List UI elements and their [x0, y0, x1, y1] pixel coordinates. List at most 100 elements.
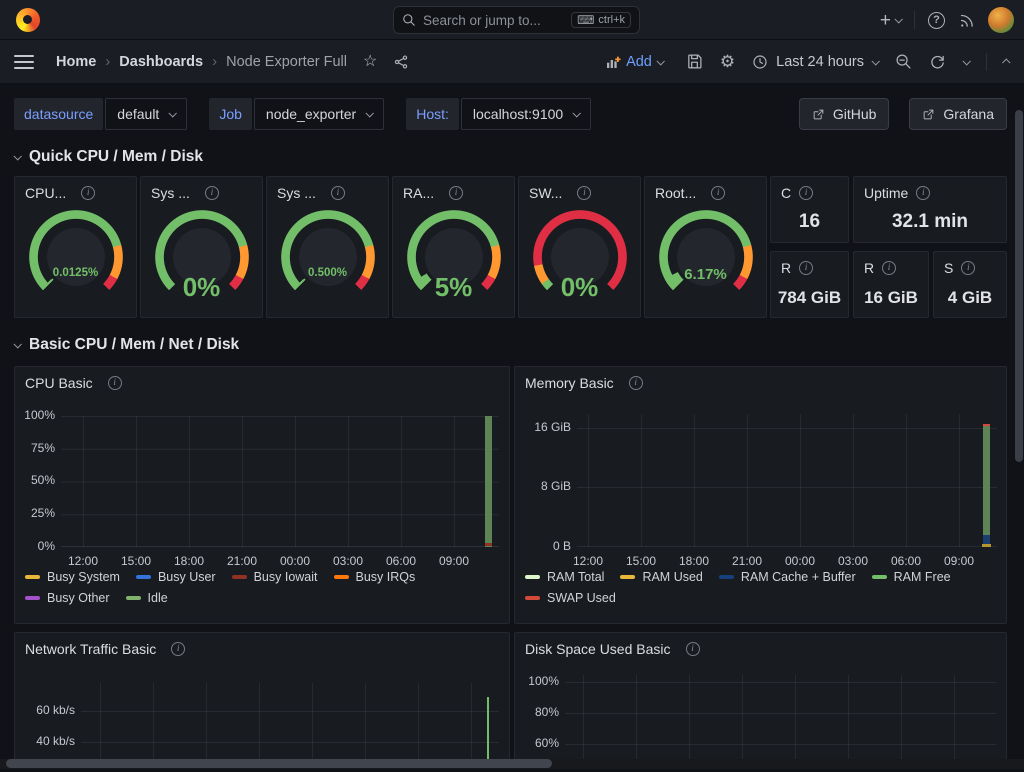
search-input[interactable]: Search or jump to... ⌨ ctrl+k	[393, 6, 640, 34]
gauge-value: 6.17%	[658, 266, 754, 283]
search-icon	[402, 13, 416, 27]
breadcrumb-separator: ›	[105, 53, 110, 70]
info-icon[interactable]: i	[331, 186, 345, 200]
datasource-select[interactable]: default	[105, 98, 187, 130]
host-select[interactable]: localhost:9100	[461, 98, 591, 130]
panel-sys-load5-gauge[interactable]: Sys ...i 0%	[140, 176, 263, 318]
panel-uptime-stat[interactable]: Uptimei 32.1 min	[853, 176, 1007, 243]
legend-item[interactable]: SWAP Used	[525, 591, 616, 605]
memory-plot-area[interactable]	[577, 414, 997, 547]
vertical-scrollbar-thumb[interactable]	[1015, 110, 1023, 462]
panel-disk-space-used-basic[interactable]: Disk Space Used Basici 100% 80% 60%	[514, 632, 1007, 768]
panel-cpu-basic[interactable]: CPU Basici 100% 75% 50% 25% 0% 12:00 15:…	[14, 366, 510, 624]
favorite-star-icon[interactable]: ☆	[363, 54, 377, 70]
divider	[914, 11, 915, 29]
panel-memory-basic[interactable]: Memory Basici 16 GiB 8 GiB 0 B 12:00 15:…	[514, 366, 1007, 624]
section-basic-cpu-mem-net-disk[interactable]: Basic CPU / Mem / Net / Disk	[14, 334, 1024, 356]
panel-ram-used-gauge[interactable]: RA...i 5%	[392, 176, 515, 318]
info-icon[interactable]: i	[629, 376, 643, 390]
horizontal-scrollbar-thumb[interactable]	[6, 759, 552, 768]
legend-item[interactable]: RAM Cache + Buffer	[719, 570, 856, 584]
legend-item[interactable]: Busy Iowait	[232, 570, 318, 584]
legend-item[interactable]: Busy IRQs	[334, 570, 416, 584]
panel-sys-load15-gauge[interactable]: Sys ...i 0.500%	[266, 176, 389, 318]
grafana-link-button[interactable]: Grafana	[909, 98, 1007, 130]
section-quick-cpu-mem-disk[interactable]: Quick CPU / Mem / Disk	[14, 146, 1024, 168]
toolbar-actions: Add ⚙ Last 24 hours	[605, 53, 1010, 71]
gauge-value: 0%	[532, 272, 628, 303]
legend-item[interactable]: RAM Total	[525, 570, 604, 584]
menu-toggle-icon[interactable]	[14, 55, 34, 69]
cpu-plot-area[interactable]	[61, 416, 499, 547]
legend-item[interactable]: Busy User	[136, 570, 216, 584]
x-tick: 12:00	[573, 554, 603, 568]
legend-item[interactable]: Busy System	[25, 570, 120, 584]
refresh-button[interactable]	[929, 53, 946, 70]
panel-title: Network Traffic Basic	[25, 641, 156, 657]
job-select[interactable]: node_exporter	[254, 98, 384, 130]
panel-network-traffic-basic[interactable]: Network Traffic Basici 60 kb/s 40 kb/s	[14, 632, 510, 768]
ram-cache-bar	[983, 535, 990, 544]
disk-plot-area[interactable]	[565, 675, 996, 769]
gauge-value: 0.0125%	[28, 267, 124, 279]
x-tick: 18:00	[679, 554, 709, 568]
legend-item[interactable]: RAM Used	[620, 570, 702, 584]
legend-swatch	[719, 575, 734, 579]
panel-swap-total-stat[interactable]: Si 4 GiB	[933, 251, 1007, 318]
panel-rootfs-total-stat[interactable]: Ri 784 GiB	[770, 251, 849, 318]
legend-item[interactable]: RAM Free	[872, 570, 951, 584]
panel-cpu-busy-gauge[interactable]: CPU...i 0.0125%	[14, 176, 137, 318]
info-icon[interactable]: i	[205, 186, 219, 200]
add-panel-button[interactable]: Add	[605, 54, 663, 70]
legend-item[interactable]: Busy Other	[25, 591, 110, 605]
info-icon[interactable]: i	[961, 261, 975, 275]
info-icon[interactable]: i	[799, 186, 813, 200]
breadcrumb: Home › Dashboards › Node Exporter Full	[56, 53, 347, 70]
info-icon[interactable]: i	[711, 186, 725, 200]
x-tick: 15:00	[121, 554, 151, 568]
grafana-logo[interactable]	[16, 8, 40, 32]
y-tick: 16 GiB	[517, 420, 571, 434]
help-icon[interactable]: ?	[928, 12, 945, 29]
save-icon[interactable]	[686, 53, 703, 70]
user-avatar[interactable]	[988, 7, 1014, 33]
info-icon[interactable]: i	[171, 642, 185, 656]
new-menu-button[interactable]: +	[880, 11, 901, 30]
iowait-series-bar	[485, 543, 492, 546]
legend-item[interactable]: Idle	[126, 591, 168, 605]
refresh-interval-chevron-icon[interactable]	[962, 57, 970, 65]
info-icon[interactable]: i	[686, 642, 700, 656]
panel-cpu-cores-stat[interactable]: Ci 16	[770, 176, 849, 243]
info-icon[interactable]: i	[916, 186, 930, 200]
info-icon[interactable]: i	[81, 186, 95, 200]
info-icon[interactable]: i	[882, 261, 896, 275]
zoom-out-icon[interactable]	[895, 53, 912, 70]
legend-swatch	[525, 596, 540, 600]
panel-swap-used-gauge[interactable]: SW...i 0%	[518, 176, 641, 318]
network-plot-area[interactable]	[81, 683, 499, 769]
panel-title: Memory Basic	[525, 375, 614, 391]
github-link-button[interactable]: GitHub	[799, 98, 890, 130]
collapse-toolbar-icon[interactable]	[1002, 58, 1010, 66]
variables-row: datasource default Job node_exporter Hos…	[14, 98, 1007, 130]
share-icon[interactable]	[393, 54, 409, 70]
breadcrumb-dashboards[interactable]: Dashboards	[119, 54, 203, 70]
breadcrumb-home[interactable]: Home	[56, 54, 96, 70]
info-icon[interactable]: i	[108, 376, 122, 390]
panel-root-fs-used-gauge[interactable]: Root...i 6.17%	[644, 176, 767, 318]
legend-swatch	[334, 575, 349, 579]
info-icon[interactable]: i	[449, 186, 463, 200]
x-tick: 03:00	[333, 554, 363, 568]
time-range-picker[interactable]: Last 24 hours	[752, 54, 878, 70]
news-rss-icon[interactable]	[958, 12, 975, 29]
horizontal-scrollbar[interactable]	[0, 759, 1024, 769]
panel-title: RA...	[403, 185, 434, 201]
gauge: 0.500%	[280, 209, 376, 305]
settings-gear-icon[interactable]: ⚙	[720, 53, 735, 70]
x-tick: 03:00	[838, 554, 868, 568]
info-icon[interactable]: i	[577, 186, 591, 200]
chevron-down-icon	[871, 57, 879, 65]
info-icon[interactable]: i	[799, 261, 813, 275]
panel-ram-total-stat[interactable]: Ri 16 GiB	[853, 251, 929, 318]
y-tick: 40 kb/s	[17, 734, 75, 748]
